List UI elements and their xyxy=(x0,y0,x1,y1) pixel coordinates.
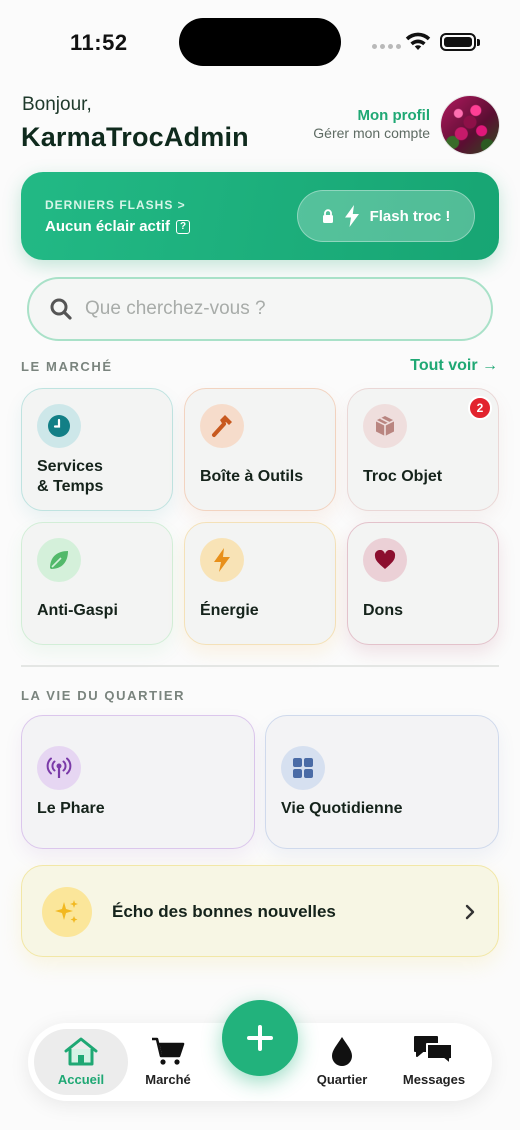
tile-donations[interactable]: Dons xyxy=(347,522,499,645)
market-section-title: LE MARCHÉ xyxy=(21,359,113,374)
cart-icon xyxy=(152,1037,185,1065)
chat-icon xyxy=(414,1036,453,1065)
lock-icon xyxy=(322,209,333,223)
tab-label: Messages xyxy=(402,1072,466,1087)
status-time: 11:52 xyxy=(70,30,128,55)
bolt-icon xyxy=(200,538,244,582)
heart-icon xyxy=(363,538,407,582)
neighborhood-section-title: LA VIE DU QUARTIER xyxy=(21,688,186,703)
search-icon xyxy=(50,298,72,320)
good-news-label: Écho des bonnes nouvelles xyxy=(112,902,336,921)
tile-label: Énergie xyxy=(200,602,259,619)
drop-icon xyxy=(332,1037,352,1066)
tab-home[interactable]: Accueil xyxy=(34,1029,128,1095)
tile-label: Dons xyxy=(363,602,403,619)
manage-account-link[interactable]: Gérer mon compte xyxy=(313,125,430,141)
flash-troc-label: Flash troc ! xyxy=(369,207,451,225)
see-all-link[interactable]: Tout voir → xyxy=(410,357,498,375)
notification-badge: 2 xyxy=(468,396,492,420)
avatar[interactable] xyxy=(441,96,499,154)
greeting-text: Bonjour, xyxy=(22,94,92,115)
wifi-icon xyxy=(405,32,431,50)
tab-market[interactable]: Marché xyxy=(128,1029,208,1095)
tile-label: Anti-Gaspi xyxy=(37,602,118,619)
hammer-icon xyxy=(200,404,244,448)
search-input[interactable] xyxy=(85,298,445,320)
tile-toolbox[interactable]: Boîte à Outils xyxy=(184,388,336,511)
antenna-icon xyxy=(37,746,81,790)
plus-icon xyxy=(247,1025,273,1051)
tile-label: Le Phare xyxy=(37,800,105,817)
cellular-signal-icon xyxy=(372,44,401,49)
flash-troc-button[interactable]: Flash troc ! xyxy=(297,190,475,242)
tile-services-time[interactable]: Services & Temps xyxy=(21,388,173,511)
tab-label: Marché xyxy=(145,1072,191,1087)
dynamic-island xyxy=(179,18,341,66)
tab-label: Quartier xyxy=(316,1072,368,1087)
bolt-icon xyxy=(344,205,359,227)
tab-messages[interactable]: Messages xyxy=(388,1029,480,1095)
flash-status: Aucun éclair actif ? xyxy=(45,218,191,235)
leaf-icon xyxy=(37,538,81,582)
help-icon[interactable]: ? xyxy=(176,219,191,234)
section-divider xyxy=(21,665,499,667)
status-bar: 11:52 xyxy=(0,0,520,84)
tile-label: Troc Objet xyxy=(363,468,443,485)
flash-status-text: Aucun éclair actif xyxy=(45,218,171,235)
clock-icon xyxy=(37,404,81,448)
chevron-right-icon xyxy=(465,904,475,920)
tile-daily-life[interactable]: Vie Quotidienne xyxy=(265,715,499,849)
good-news-echo-card[interactable]: Écho des bonnes nouvelles xyxy=(21,865,499,957)
latest-flashes-title[interactable]: DERNIERS FLASHS > xyxy=(45,198,186,212)
tab-label: Accueil xyxy=(57,1072,105,1087)
box-icon xyxy=(363,404,407,448)
add-button[interactable] xyxy=(222,1000,298,1076)
tile-lighthouse[interactable]: Le Phare xyxy=(21,715,255,849)
tile-energy[interactable]: Énergie xyxy=(184,522,336,645)
tile-label: Vie Quotidienne xyxy=(281,800,403,817)
tile-label: Boîte à Outils xyxy=(200,468,304,485)
latest-flashes-banner[interactable]: DERNIERS FLASHS > Aucun éclair actif ? F… xyxy=(21,172,499,260)
tile-label: Services & Temps xyxy=(37,458,104,495)
my-profile-link[interactable]: Mon profil xyxy=(358,107,430,124)
battery-icon xyxy=(440,33,480,51)
home-icon xyxy=(64,1037,98,1066)
username-title: KarmaTrocAdmin xyxy=(21,122,249,152)
tile-anti-waste[interactable]: Anti-Gaspi xyxy=(21,522,173,645)
grid-icon xyxy=(281,746,325,790)
tab-neighborhood[interactable]: Quartier xyxy=(304,1029,380,1095)
sparkles-icon xyxy=(42,887,92,937)
search-bar[interactable] xyxy=(27,277,493,341)
tile-object-swap[interactable]: 2 Troc Objet xyxy=(347,388,499,511)
